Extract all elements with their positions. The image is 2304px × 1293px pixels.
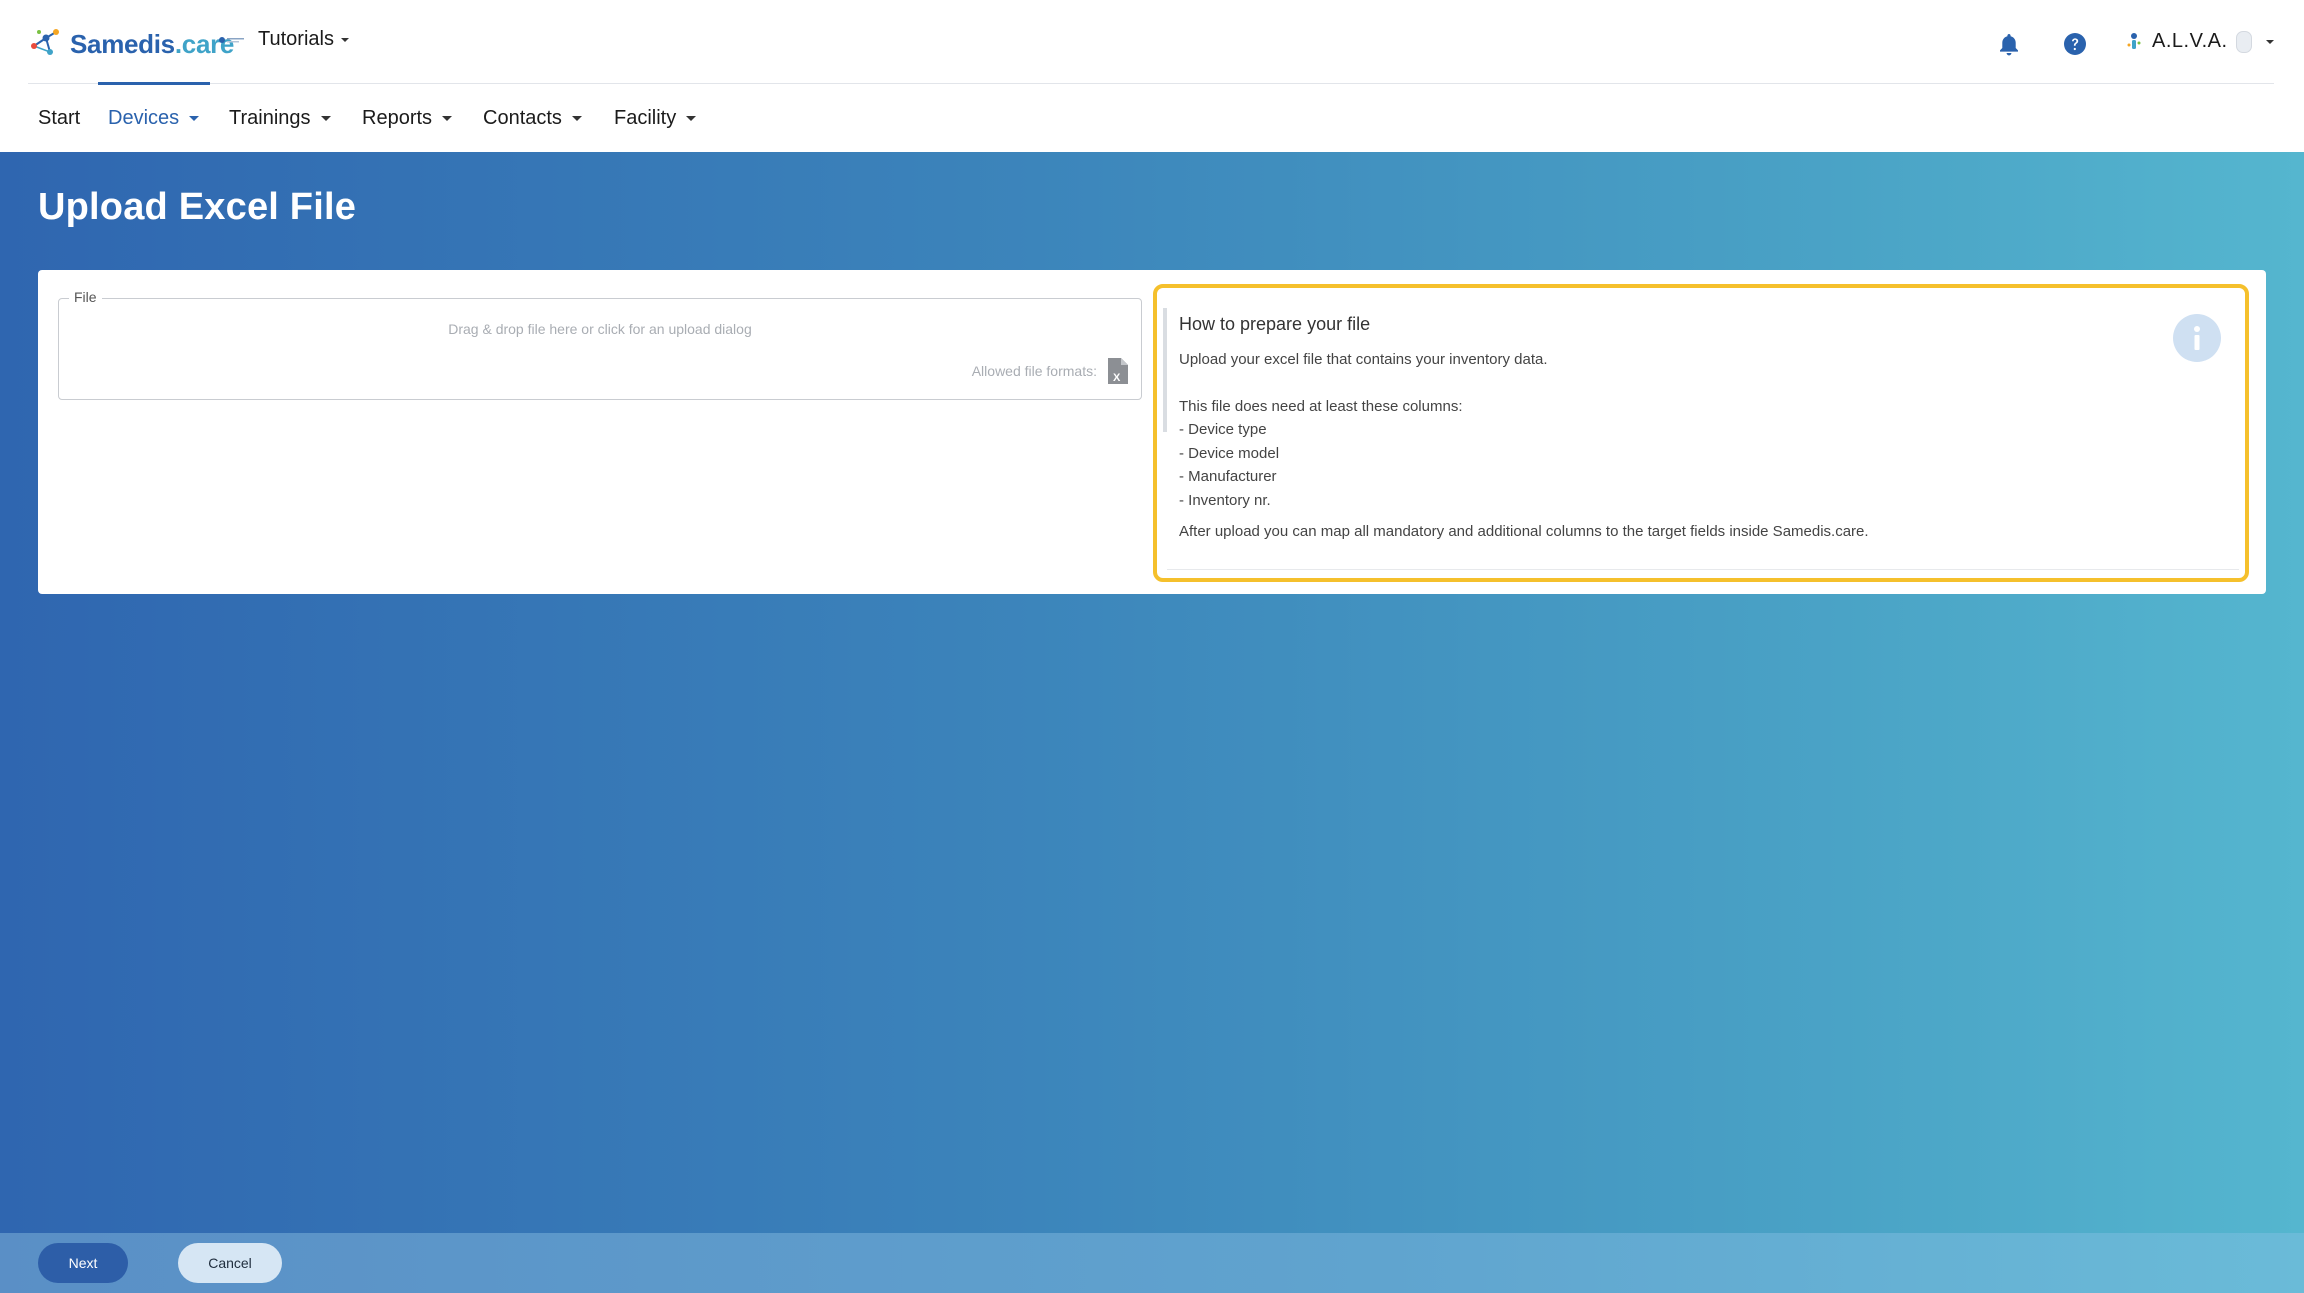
user-icon xyxy=(2127,32,2141,49)
nav-item-label: Contacts xyxy=(483,106,562,129)
nav-item-reports[interactable]: Reports xyxy=(362,84,453,152)
help-button[interactable] xyxy=(2061,30,2089,58)
avatar xyxy=(2235,30,2252,53)
info-divider xyxy=(1167,569,2239,570)
brand-logo[interactable]: Samedis.care xyxy=(26,24,234,64)
chevron-down-icon xyxy=(320,115,331,121)
info-icon xyxy=(2173,314,2221,362)
nav-item-label: Start xyxy=(38,106,81,129)
nav-item-facility[interactable]: Facility xyxy=(614,84,697,152)
chevron-down-icon xyxy=(189,115,200,121)
nav-item-label: Reports xyxy=(362,106,433,129)
app-header: Samedis.care Tutorials A.L.V.A. Start De… xyxy=(0,0,2304,152)
nav-item-contacts[interactable]: Contacts xyxy=(483,84,582,152)
info-column-item: - Device type xyxy=(1179,421,1267,438)
nav-item-label: Devices xyxy=(108,106,180,129)
info-column-item: - Inventory nr. xyxy=(1179,491,1271,509)
nav-item-trainings[interactable]: Trainings xyxy=(229,84,331,152)
info-title: How to prepare your file xyxy=(1179,314,1371,334)
nav-item-label: Facility xyxy=(614,106,677,129)
allowed-formats: Allowed file formats: X xyxy=(972,357,1129,385)
nav-item-devices[interactable]: Devices xyxy=(108,84,200,152)
dropzone-hint: Drag & drop file here or click for an up… xyxy=(448,321,752,337)
tenant-logo-icon xyxy=(218,32,246,48)
chevron-down-icon xyxy=(686,115,697,121)
page-title: Upload Excel File xyxy=(38,186,357,228)
notifications-button[interactable] xyxy=(1995,30,2023,58)
samedis-logo-icon xyxy=(31,29,59,55)
info-intro: Upload your excel file that contains you… xyxy=(1179,351,1548,368)
chevron-down-icon xyxy=(340,37,349,42)
user-menu[interactable]: A.L.V.A. xyxy=(2126,30,2274,53)
user-name: A.L.V.A. xyxy=(2152,30,2228,52)
chevron-down-icon xyxy=(2265,39,2274,44)
info-scroll-indicator xyxy=(1163,308,1167,432)
top-bar: Samedis.care Tutorials A.L.V.A. xyxy=(0,0,2304,84)
excel-file-icon: X xyxy=(1108,358,1128,384)
tenant-selector[interactable]: Tutorials xyxy=(218,28,349,51)
chevron-down-icon xyxy=(571,115,582,121)
info-column-item: - Device model xyxy=(1179,444,1280,462)
file-dropzone[interactable]: File Drag & drop file here or click for … xyxy=(58,289,1142,400)
bell-icon xyxy=(2000,34,2018,56)
brand-name-part1: Samedis xyxy=(70,28,175,59)
info-body: Upload your excel file that contains you… xyxy=(1179,348,1869,544)
info-mapping-note: After upload you can map all mandatory a… xyxy=(1179,523,1869,540)
info-columns-heading: This file does need at least these colum… xyxy=(1179,397,1463,415)
chevron-down-icon xyxy=(442,115,453,121)
info-column-item: - Manufacturer xyxy=(1179,468,1277,485)
allowed-formats-label: Allowed file formats: xyxy=(971,363,1097,379)
upload-card: File Drag & drop file here or click for … xyxy=(38,270,2266,594)
nav-item-label: Trainings xyxy=(229,106,311,129)
action-bar: Next Cancel xyxy=(0,1233,2304,1293)
file-field-label: File xyxy=(69,289,102,305)
next-button[interactable]: Next xyxy=(38,1243,128,1283)
info-panel: How to prepare your file Upload your exc… xyxy=(1153,284,2249,582)
help-icon xyxy=(2064,33,2086,55)
nav-item-start[interactable]: Start xyxy=(38,84,80,152)
main-navigation: Start Devices Trainings Reports Contacts… xyxy=(0,84,2304,152)
cancel-button[interactable]: Cancel xyxy=(178,1243,282,1283)
svg-text:X: X xyxy=(1113,372,1121,384)
brand-name: Samedis.care xyxy=(70,29,234,60)
tenant-label: Tutorials xyxy=(258,28,334,50)
